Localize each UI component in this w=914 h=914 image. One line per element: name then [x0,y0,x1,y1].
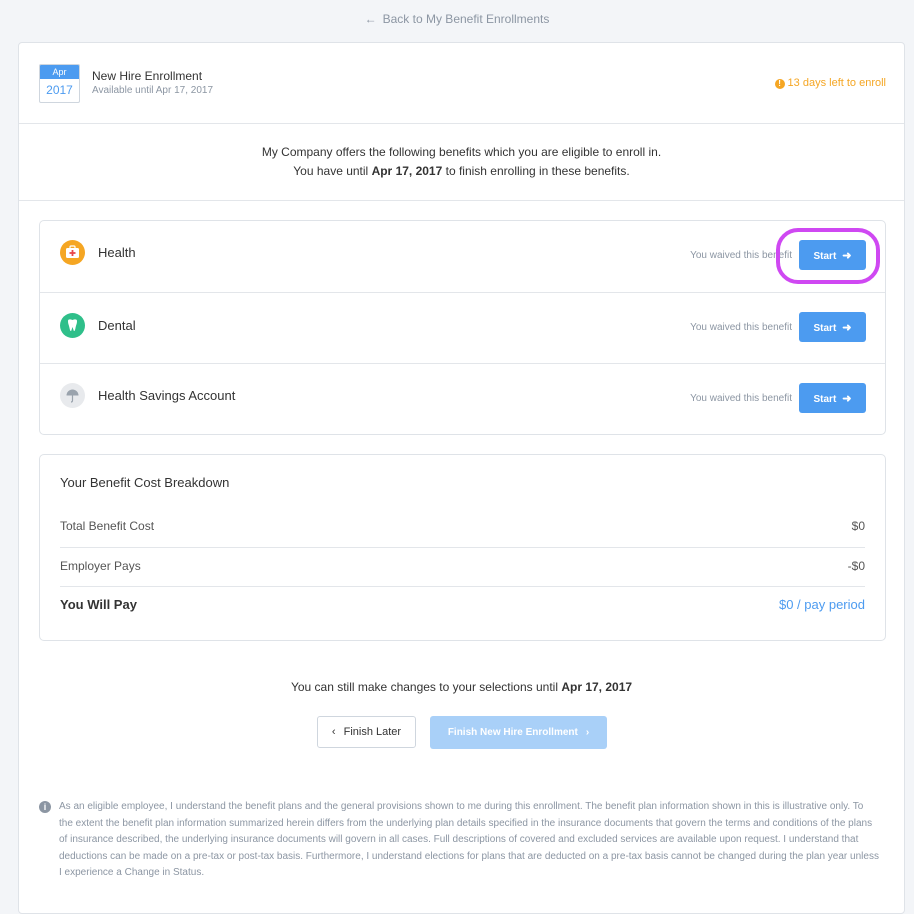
benefit-status: You waived this benefit [690,393,792,404]
intro-line-2-suffix: to finish enrolling in these benefits. [442,164,630,178]
start-button-label: Start [813,250,837,262]
breakdown-label: You Will Pay [60,597,137,612]
benefit-status: You waived this benefit [690,322,792,333]
breakdown-label: Employer Pays [60,559,141,573]
breakdown-row-you-pay: You Will Pay $0 / pay period [60,586,865,626]
deadline-notice: ! 13 days left to enroll [774,77,886,89]
cost-breakdown: Your Benefit Cost Breakdown Total Benefi… [39,454,886,641]
changes-date: Apr 17, 2017 [561,680,633,694]
calendar-month: Apr [40,65,79,79]
breakdown-value: -$0 [847,559,865,573]
arrow-right-icon: ➜ [842,249,852,262]
start-button-label: Start [813,393,837,405]
benefit-status: You waived this benefit [690,250,792,261]
tooth-icon [60,313,85,338]
breakdown-row-total: Total Benefit Cost $0 [60,507,865,546]
chevron-right-icon: › [585,727,590,738]
benefits-list: Health You waived this benefit Start ➜ De… [39,220,886,435]
finish-enrollment-label: Finish New Hire Enrollment [447,727,578,738]
finish-later-button[interactable]: ‹ Finish Later [317,716,416,748]
breakdown-value: $0 [851,519,865,533]
benefit-row-hsa: Health Savings Account You waived this b… [40,363,885,434]
benefit-row-health: Health You waived this benefit Start ➜ [40,221,885,292]
changes-prefix: You can still make changes to your selec… [290,680,562,694]
breakdown-label: Total Benefit Cost [60,519,155,533]
enrollment-title: New Hire Enrollment [92,69,203,83]
enrollment-subtitle: Available until Apr 17, 2017 [92,85,214,96]
breakdown-title: Your Benefit Cost Breakdown [60,475,230,490]
breakdown-row-employer: Employer Pays -$0 [60,547,865,587]
intro-line-2-prefix: You have until [293,164,372,178]
finish-later-label: Finish Later [343,726,402,738]
medical-kit-icon [60,240,85,265]
start-dental-button[interactable]: Start ➜ [799,312,866,342]
intro-line-1: My Company offers the following benefits… [261,145,662,159]
calendar-icon: Apr 2017 [39,64,80,103]
enrollment-header: Apr 2017 New Hire Enrollment Available u… [19,43,904,124]
arrow-left-icon: ← [364,12,377,26]
enrollment-card: Apr 2017 New Hire Enrollment Available u… [18,42,905,914]
finish-enrollment-button[interactable]: Finish New Hire Enrollment › [430,716,607,749]
info-icon: i [39,801,51,813]
benefit-name: Dental [98,318,136,333]
deadline-text: 13 days left to enroll [787,77,886,89]
disclaimer-text: As an eligible employee, I understand th… [59,801,879,878]
intro-message: My Company offers the following benefits… [19,123,904,201]
start-health-button[interactable]: Start ➜ [799,240,866,270]
back-to-enrollments-link[interactable]: ← Back to My Benefit Enrollments [0,12,914,26]
intro-line-2: You have until Apr 17, 2017 to finish en… [19,164,904,178]
umbrella-icon [60,383,85,408]
arrow-right-icon: ➜ [842,321,852,334]
arrow-right-icon: ➜ [842,392,852,405]
start-button-label: Start [813,322,837,334]
back-link-label: Back to My Benefit Enrollments [382,12,550,26]
intro-deadline-date: Apr 17, 2017 [371,164,443,178]
benefit-name: Health [98,245,136,260]
chevron-left-icon: ‹ [331,726,336,738]
breakdown-value: $0 / pay period [778,597,865,612]
benefit-row-dental: Dental You waived this benefit Start ➜ [40,292,885,364]
warning-icon: ! [774,79,785,89]
benefit-name: Health Savings Account [98,388,236,403]
calendar-year: 2017 [46,83,73,97]
start-hsa-button[interactable]: Start ➜ [799,383,866,413]
changes-notice: You can still make changes to your selec… [19,680,904,694]
